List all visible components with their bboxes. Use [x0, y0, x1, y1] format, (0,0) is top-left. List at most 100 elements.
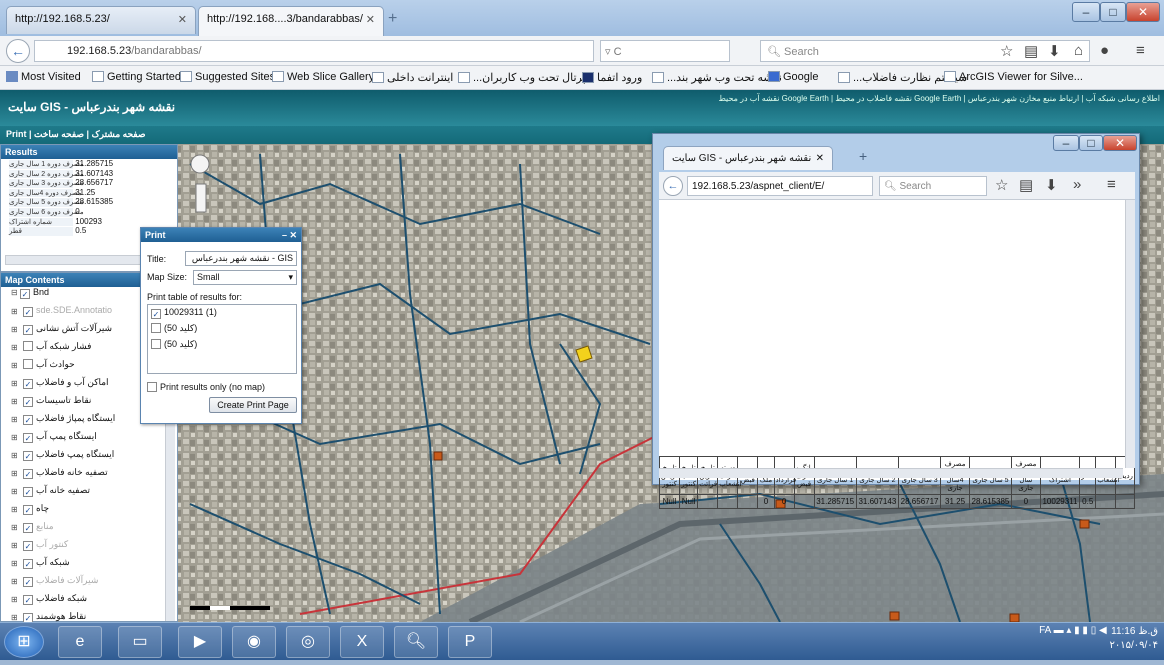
close-window-icon[interactable]: ✕: [1126, 2, 1160, 22]
toc-layer-item[interactable]: ⊞ ✓ شبکه فاضلاب: [1, 593, 177, 611]
site-top-links[interactable]: نقشه آب در محیط Google Earth | نقشه فاضل…: [718, 94, 1160, 103]
toc-layer-item[interactable]: ⊞ ✓ تصفیه خانه فاضلاب: [1, 467, 177, 485]
bookmark-web-slice[interactable]: Web Slice Gallery: [272, 71, 374, 83]
checkbox[interactable]: [23, 341, 33, 351]
toc-layer-item[interactable]: ⊞ ✓ شیرآلات فاضلاب: [1, 575, 177, 593]
bookmark-arcgis[interactable]: ArcGIS Viewer for Silve...: [944, 71, 1083, 83]
expand-icon[interactable]: ⊞: [11, 379, 18, 388]
bookmark-google[interactable]: Google: [768, 71, 818, 83]
checkbox[interactable]: ✓: [23, 379, 33, 389]
expand-icon[interactable]: ⊞: [11, 559, 18, 568]
checkbox[interactable]: ✓: [23, 487, 33, 497]
home-icon[interactable]: ⌂: [1074, 42, 1083, 59]
expand-icon[interactable]: ⊞: [11, 361, 18, 370]
start-button[interactable]: ⊞: [4, 626, 44, 658]
bookmark-login[interactable]: ورود اتفما: [582, 71, 642, 84]
checkbox[interactable]: ✓: [23, 469, 33, 479]
checkbox[interactable]: ✓: [23, 397, 33, 407]
checkbox[interactable]: ✓: [23, 307, 33, 317]
tab-close-icon[interactable]: ✕: [366, 13, 375, 26]
popup-url-bar[interactable]: 192.168.5.23/aspnet_client/E/: [687, 176, 873, 196]
url-bar[interactable]: 192.168.5.23/bandarabbas/: [34, 40, 594, 62]
checkbox[interactable]: ✓: [23, 577, 33, 587]
bookmark-portal[interactable]: ...پرتال تحت وب کاربران: [458, 71, 586, 84]
checkbox[interactable]: ✓: [23, 433, 33, 443]
tab-bandarabbas[interactable]: http://192.168....3/bandarabbas/ ✕: [198, 6, 384, 36]
expand-icon[interactable]: ⊞: [11, 505, 18, 514]
checkbox[interactable]: ✓: [23, 415, 33, 425]
expand-icon[interactable]: ⊞: [11, 433, 18, 442]
bookmark-suggested-sites[interactable]: Suggested Sites: [180, 71, 275, 83]
bookmark-most-visited[interactable]: Most Visited: [6, 71, 81, 83]
menu-icon[interactable]: ≡: [1136, 42, 1145, 59]
toc-layer-item[interactable]: ⊞ ✓ شبکه آب: [1, 557, 177, 575]
checkbox[interactable]: ✓: [23, 595, 33, 605]
map-zoom-control[interactable]: [195, 183, 207, 213]
overflow-icon[interactable]: »: [1073, 176, 1081, 193]
print-results-only-option[interactable]: Print results only (no map): [147, 382, 265, 392]
print-results-list[interactable]: ✓ 10029311 (1) (کلید 50) (کلید 50): [147, 304, 297, 374]
checkbox[interactable]: ✓: [23, 505, 33, 515]
print-list-item[interactable]: ✓ 10029311 (1): [148, 305, 296, 321]
tray-icons[interactable]: ▬ ▴ ▮ ▮ ▯ ◀: [1054, 625, 1110, 636]
checkbox[interactable]: ✓: [19, 289, 30, 299]
maximize-icon[interactable]: □: [1079, 135, 1103, 151]
firefox-icon[interactable]: ◉: [232, 626, 276, 658]
powerpoint-icon[interactable]: P: [448, 626, 492, 658]
chat-icon[interactable]: ●: [1100, 42, 1109, 59]
expand-icon[interactable]: ⊞: [11, 307, 18, 316]
close-window-icon[interactable]: ✕: [1103, 135, 1137, 151]
expand-icon[interactable]: ⊞: [11, 397, 18, 406]
clock-time[interactable]: 11:16 ق.ظ: [1111, 626, 1158, 637]
print-list-item[interactable]: (کلید 50): [148, 321, 296, 337]
toc-layer-item[interactable]: ⊞ ✓ تصفیه خانه آب: [1, 485, 177, 503]
expand-icon[interactable]: ⊞: [11, 415, 18, 424]
minimize-icon[interactable]: –: [1053, 135, 1079, 151]
popup-hscroll[interactable]: [659, 468, 1123, 478]
popup-vscroll[interactable]: [1125, 200, 1135, 468]
expand-icon[interactable]: ⊞: [11, 487, 18, 496]
toc-layer-item[interactable]: ⊞ ✓ چاه: [1, 503, 177, 521]
collapse-icon[interactable]: ⊟: [11, 288, 20, 297]
new-tab-icon[interactable]: +: [388, 10, 397, 28]
close-icon[interactable]: – ✕: [282, 230, 297, 240]
toc-layer-item[interactable]: ⊞ ✓ کنتور آب: [1, 539, 177, 557]
checkbox[interactable]: [151, 339, 161, 349]
ie-icon[interactable]: e: [58, 626, 102, 658]
download-icon[interactable]: ⬇: [1045, 176, 1058, 194]
bookmark-city-map[interactable]: ...نقشه تحت وب شهر بند: [652, 71, 782, 84]
maximize-icon[interactable]: □: [1100, 2, 1126, 22]
minimize-icon[interactable]: –: [1072, 2, 1100, 22]
expand-icon[interactable]: ⊞: [11, 541, 18, 550]
popup-tab[interactable]: سایت GIS - نقشه شهر بندرعباس ✕: [663, 146, 833, 170]
menu-icon[interactable]: ≡: [1107, 176, 1116, 193]
bookmark-intranet[interactable]: اینترانت داخلی: [372, 71, 453, 84]
back-button[interactable]: ←: [663, 176, 683, 196]
checkbox[interactable]: [23, 359, 33, 369]
expand-icon[interactable]: ⊞: [11, 523, 18, 532]
reload-button[interactable]: ▿ C: [600, 40, 730, 62]
chrome-icon[interactable]: ◎: [286, 626, 330, 658]
media-player-icon[interactable]: ▶: [178, 626, 222, 658]
toc-layer-item[interactable]: ⊞ ✓ ایستگاه پمپ فاضلاب: [1, 449, 177, 467]
toc-layer-item[interactable]: ⊞ ✓ منابع: [1, 521, 177, 539]
close-icon[interactable]: ✕: [816, 153, 824, 164]
new-tab-icon[interactable]: +: [859, 148, 867, 164]
title-input[interactable]: GIS - نقشه شهر بندرعباس: [185, 251, 297, 266]
checkbox[interactable]: [151, 323, 161, 333]
map-pan-control[interactable]: [190, 154, 210, 174]
checkbox[interactable]: ✓: [23, 325, 33, 335]
checkbox[interactable]: ✓: [23, 451, 33, 461]
checkbox[interactable]: ✓: [151, 309, 161, 319]
expand-icon[interactable]: ⊞: [11, 343, 18, 352]
expand-icon[interactable]: ⊞: [11, 469, 18, 478]
checkbox[interactable]: [147, 382, 157, 392]
popup-search-input[interactable]: 🔍︎ Search: [879, 176, 987, 196]
expand-icon[interactable]: ⊞: [11, 595, 18, 604]
search-app-icon[interactable]: 🔍︎: [394, 626, 438, 658]
clipboard-icon[interactable]: ▤: [1019, 176, 1033, 194]
expand-icon[interactable]: ⊞: [11, 451, 18, 460]
create-print-page-button[interactable]: Create Print Page: [209, 397, 297, 413]
clipboard-icon[interactable]: ▤: [1024, 42, 1038, 60]
language-indicator[interactable]: FA: [1039, 625, 1051, 636]
